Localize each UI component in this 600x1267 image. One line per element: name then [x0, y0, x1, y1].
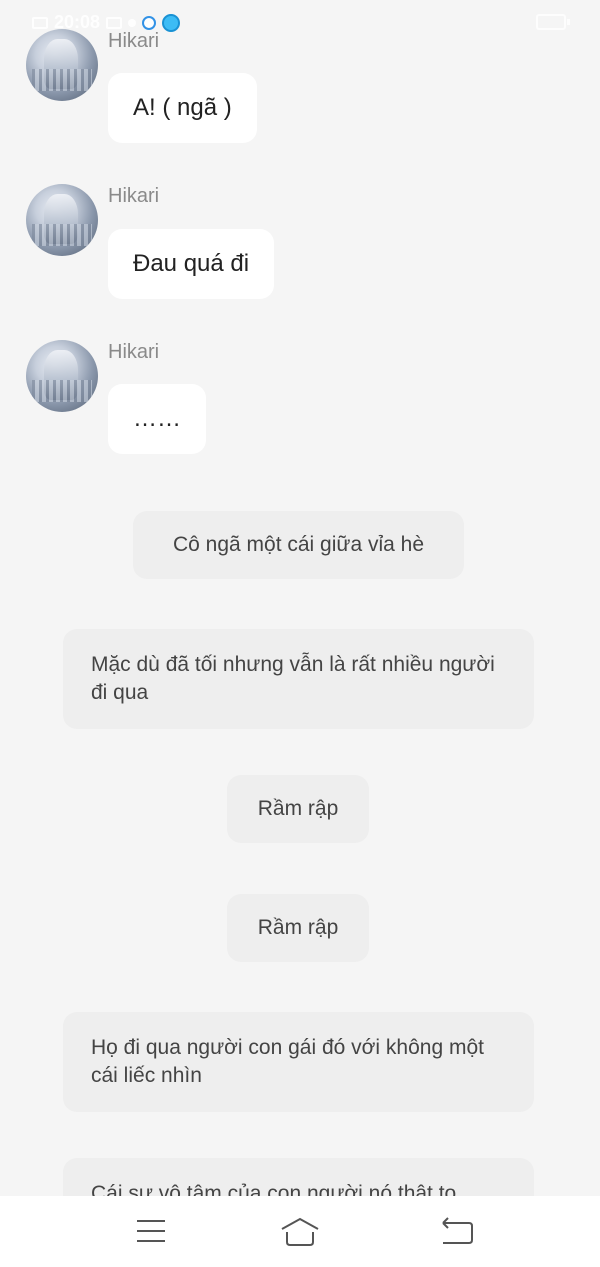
message-bubble[interactable]: A! ( ngã )	[108, 73, 257, 143]
menu-icon[interactable]	[131, 1214, 171, 1248]
home-icon[interactable]	[280, 1214, 320, 1248]
avatar[interactable]	[26, 184, 98, 256]
narration-text: Mặc dù đã tối nhưng vẫn là rất nhiều ngư…	[91, 653, 495, 704]
sender-name: Hikari	[108, 30, 160, 52]
sender-name: Hikari	[108, 185, 160, 207]
avatar[interactable]	[26, 340, 98, 412]
message-text: ……	[133, 405, 181, 432]
narration-text: Cô ngã một cái giữa vỉa hè	[172, 533, 425, 556]
message-text: A! ( ngã )	[133, 94, 232, 121]
narration-bubble[interactable]: Mặc dù đã tối nhưng vẫn là rất nhiều ngư…	[63, 629, 534, 729]
narration-text: Rầm rập	[257, 916, 339, 939]
narration-bubble[interactable]: Họ đi qua người con gái đó với không một…	[63, 1012, 534, 1112]
narration-bubble[interactable]: Rầm rập	[227, 775, 369, 843]
avatar[interactable]	[26, 29, 98, 101]
narration-bubble[interactable]: Cái sự vô tâm của con người nó thật to	[63, 1158, 534, 1196]
navigation-bar	[0, 1196, 600, 1267]
back-icon[interactable]	[437, 1214, 477, 1248]
message-bubble[interactable]: Đau quá đi	[108, 229, 275, 299]
chat-area[interactable]: Hikari A! ( ngã ) Hikari Đau quá đi Hika…	[0, 0, 600, 1196]
message-text: Đau quá đi	[133, 250, 250, 277]
narration-text: Họ đi qua người con gái đó với không một…	[91, 1036, 484, 1087]
narration-bubble[interactable]: Cô ngã một cái giữa vỉa hè	[133, 511, 464, 579]
narration-text: Cái sự vô tâm của con người nó thật to	[91, 1182, 457, 1196]
sender-name: Hikari	[108, 341, 160, 363]
narration-text: Rầm rập	[257, 797, 339, 820]
narration-bubble[interactable]: Rầm rập	[227, 894, 369, 962]
message-bubble[interactable]: ……	[108, 384, 206, 454]
